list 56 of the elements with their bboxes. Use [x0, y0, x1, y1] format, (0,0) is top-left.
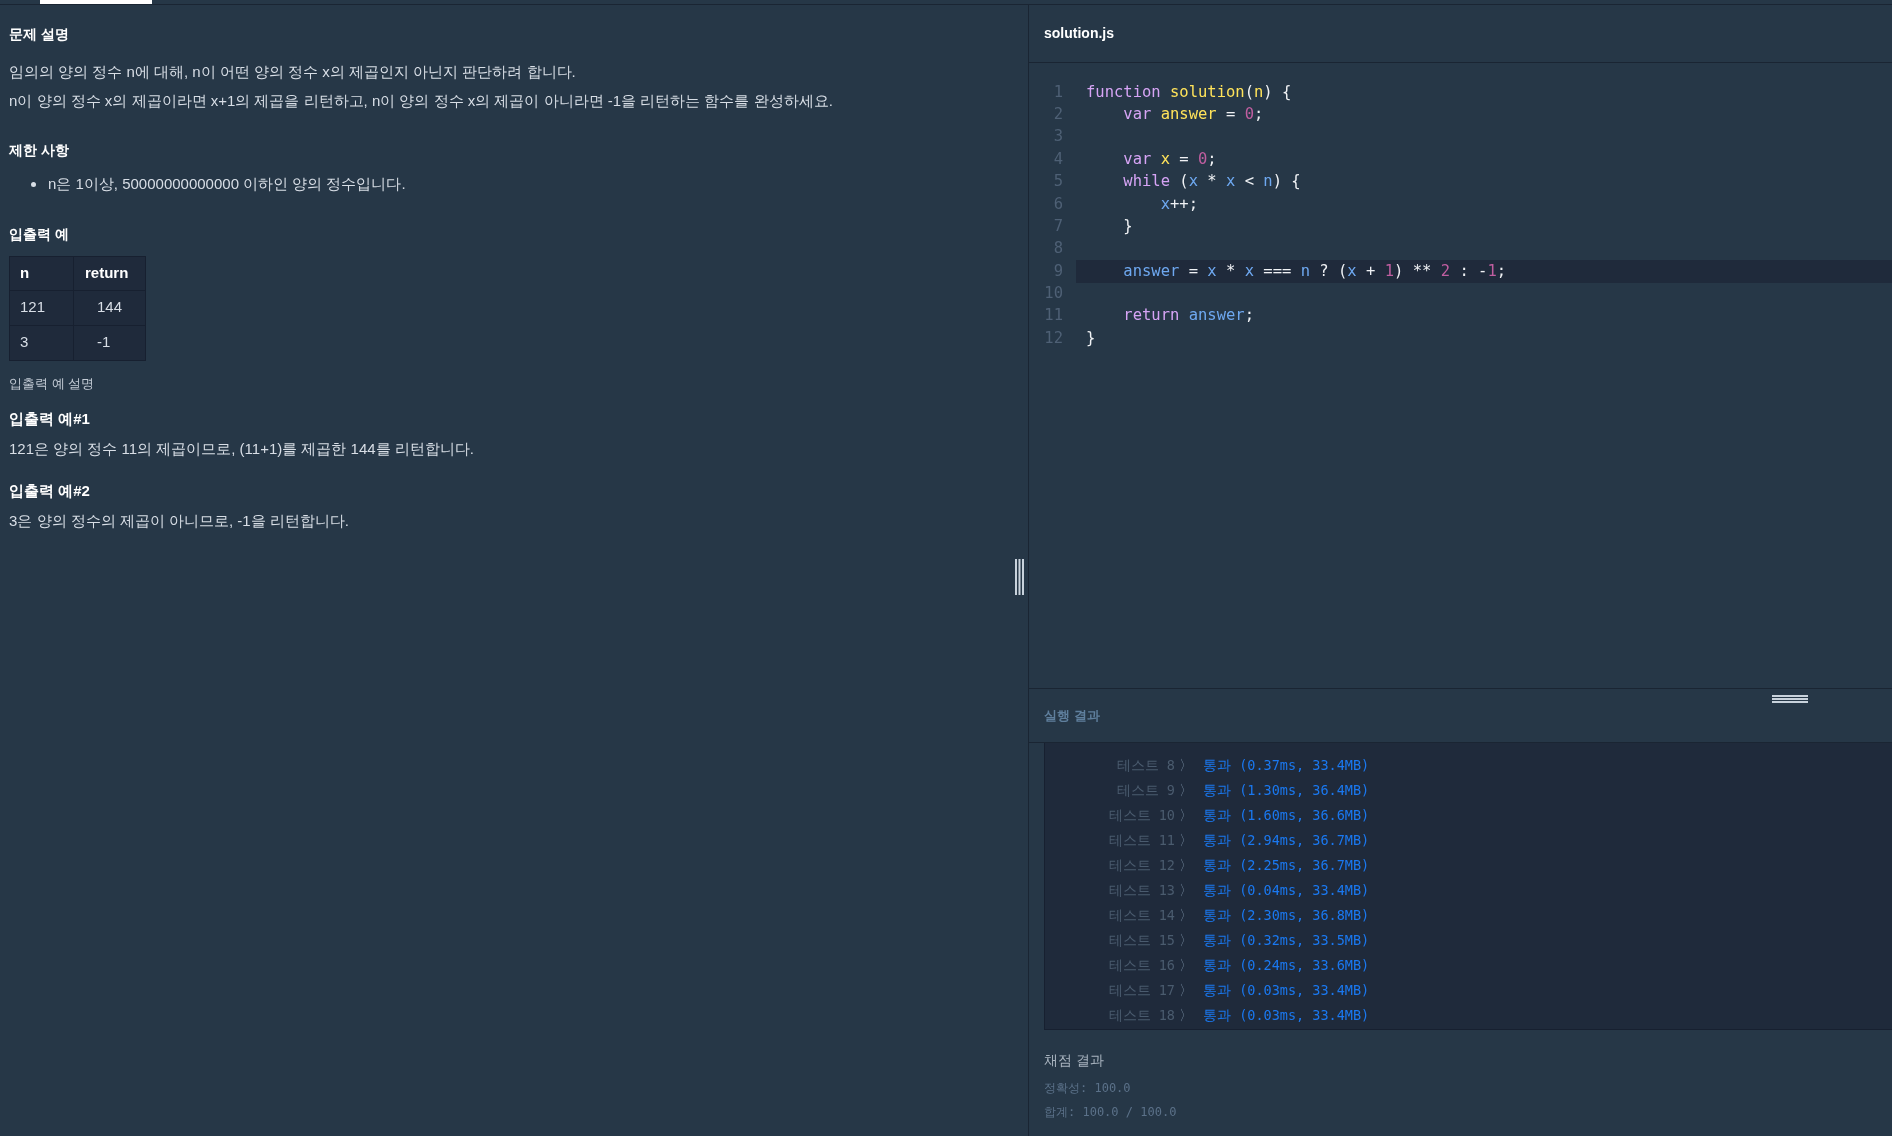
example-heading: 입출력 예#2 [9, 481, 91, 501]
arrow-icon: 〉 [1179, 855, 1193, 876]
test-result: 통과 (0.03ms, 33.4MB) [1203, 1006, 1370, 1026]
code-line: } [1086, 327, 1096, 349]
resize-handle-icon[interactable] [1772, 695, 1808, 703]
table-cell: -1 [73, 325, 146, 360]
test-result: 통과 (0.03ms, 33.4MB) [1203, 981, 1370, 1001]
section-heading: 제한 사항 [9, 141, 70, 160]
description-text: 임의의 양의 정수 n에 대해, n이 어떤 양의 정수 x의 제곱인지 아닌지 판단하려 합니다. [9, 62, 577, 82]
example-text: 121은 양의 정수 11의 제곱이므로, (11+1)를 제곱한 144를 리턴합니다. [9, 438, 475, 459]
arrow-icon: 〉 [1179, 880, 1193, 901]
column-header: n [9, 256, 74, 290]
arrow-icon: 〉 [1179, 905, 1193, 926]
subsection-label: 입출력 예 설명 [9, 374, 96, 393]
code-line: while (x * x < n) { [1122, 171, 1301, 193]
code-line: function solution(n) { [1086, 81, 1292, 103]
section-heading: 입출력 예 [9, 224, 70, 244]
code-line: return answer; [1122, 305, 1254, 327]
test-result: 통과 (1.60ms, 36.6MB) [1203, 806, 1370, 826]
test-result: 통과 (0.37ms, 33.4MB) [1203, 756, 1370, 776]
code-line: var answer = 0; [1122, 103, 1264, 125]
test-result: 통과 (0.32ms, 33.5MB) [1203, 931, 1370, 951]
results-title: 실행 결과 [1044, 706, 1100, 725]
constraint-text: n은 1이상, 50000000000000 이하인 양의 정수입니다. [48, 174, 406, 194]
arrow-icon: 〉 [1179, 930, 1193, 951]
column-header: return [73, 256, 146, 290]
code-line: var x = 0; [1122, 148, 1217, 170]
arrow-icon: 〉 [1179, 805, 1193, 826]
test-result: 통과 (2.94ms, 36.7MB) [1203, 831, 1370, 851]
test-result: 통과 (0.04ms, 33.4MB) [1203, 881, 1370, 901]
arrow-icon: 〉 [1179, 1005, 1193, 1026]
table-cell: 3 [9, 325, 74, 360]
accuracy-text: 정확성: 100.0 [1044, 1080, 1132, 1097]
test-result: 통과 (0.24ms, 33.6MB) [1203, 956, 1370, 976]
file-tab-title[interactable]: solution.js [1044, 23, 1114, 44]
example-heading: 입출력 예#1 [9, 409, 91, 429]
section-heading: 문제 설명 [9, 25, 70, 44]
arrow-icon: 〉 [1179, 830, 1193, 851]
code-line: } [1122, 215, 1133, 237]
arrow-icon: 〉 [1179, 780, 1193, 801]
arrow-icon: 〉 [1179, 980, 1193, 1001]
bullet-icon [31, 181, 36, 187]
arrow-icon: 〉 [1179, 955, 1193, 976]
table-cell: 121 [9, 290, 74, 325]
test-result: 통과 (2.25ms, 36.7MB) [1203, 856, 1370, 876]
grading-title: 채점 결과 [1044, 1051, 1105, 1070]
code-line: answer = x * x === n ? (x + 1) ** 2 : -1; [1122, 260, 1507, 282]
description-text: n이 양의 정수 x의 제곱이라면 x+1의 제곱을 리턴하고, n이 양의 정수 x의 제곱이 아니라면 -1을 리턴하는 함수를 완성하세요. [9, 91, 834, 111]
test-result: 통과 (1.30ms, 36.4MB) [1203, 781, 1370, 801]
test-result: 통과 (2.30ms, 36.8MB) [1203, 906, 1370, 926]
arrow-icon: 〉 [1179, 755, 1193, 776]
example-text: 3은 양의 정수의 제곱이 아니므로, -1을 리턴합니다. [9, 510, 351, 531]
code-line: x++; [1159, 193, 1198, 215]
total-text: 합계: 100.0 / 100.0 [1044, 1104, 1178, 1121]
resize-handle-icon[interactable] [1015, 559, 1024, 595]
table-cell: 144 [73, 290, 146, 325]
